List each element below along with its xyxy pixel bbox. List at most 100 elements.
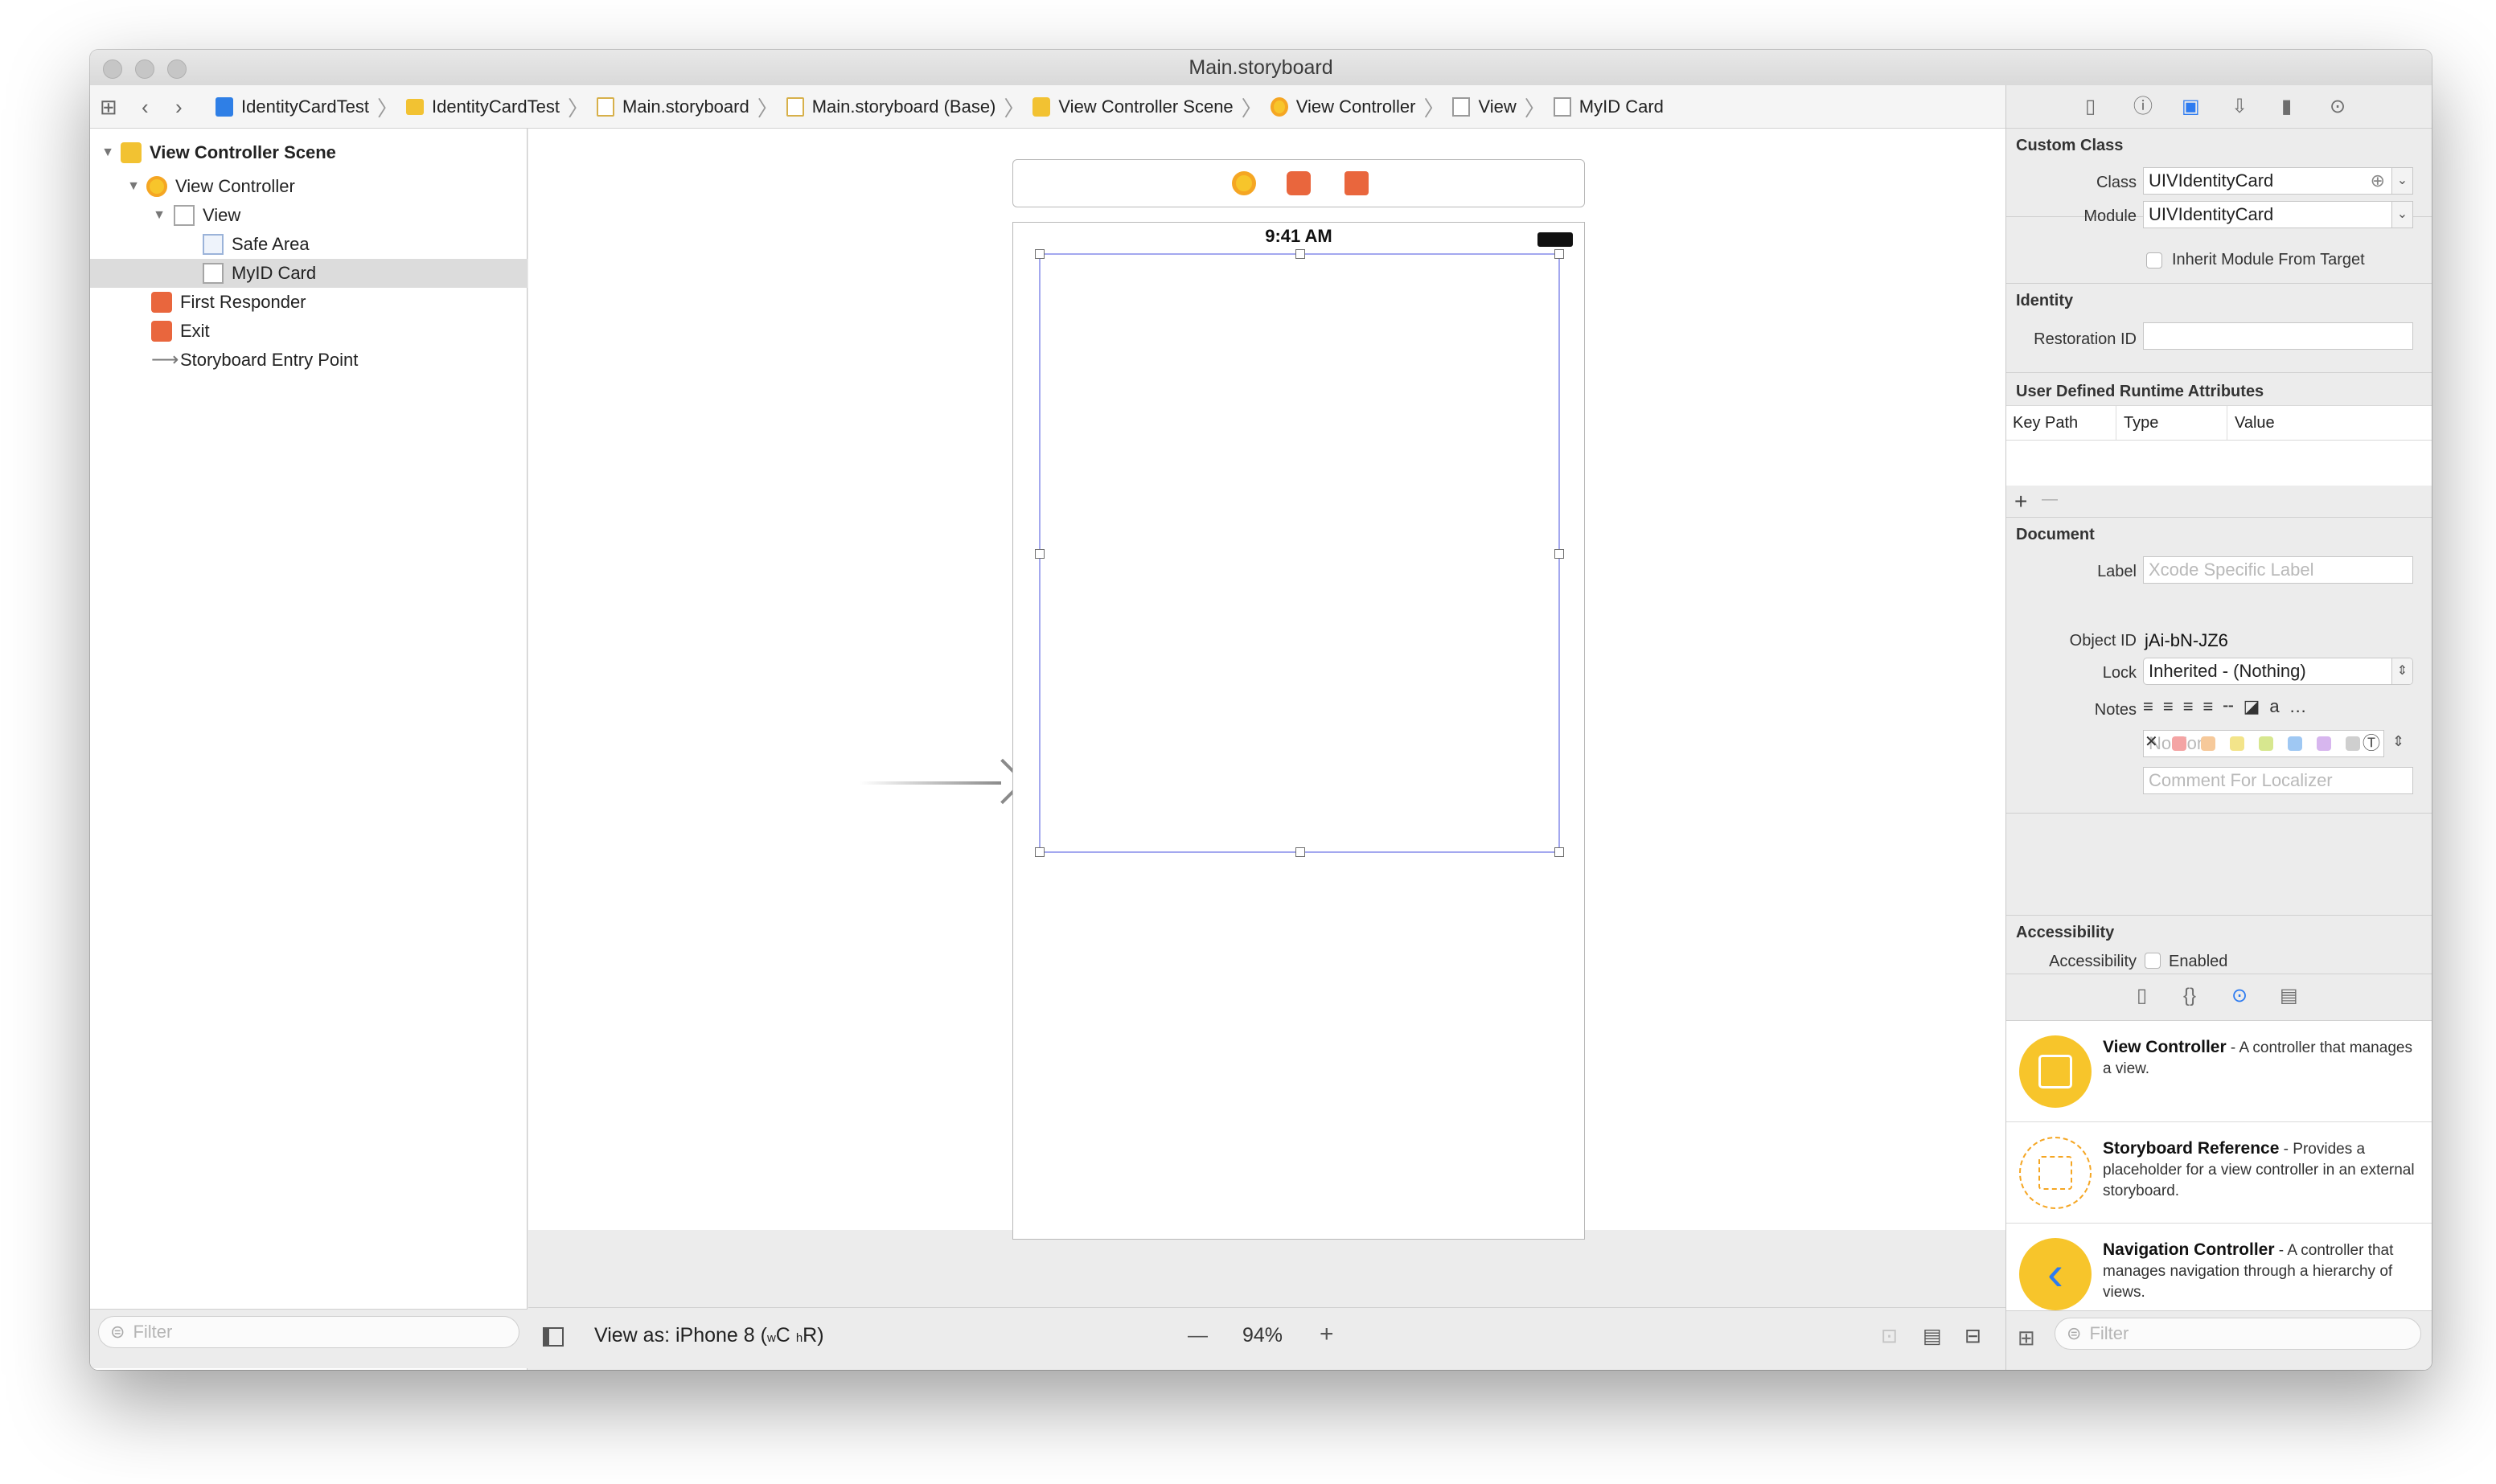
outline-item-view-controller[interactable]: ▼ View Controller: [90, 172, 528, 201]
color-swatch-icon[interactable]: ◪: [2244, 696, 2270, 716]
library-item-navigation-controller[interactable]: ‹ Navigation Controller - A controller t…: [2006, 1224, 2432, 1310]
natural-align-icon[interactable]: ╌: [2223, 696, 2243, 716]
align-right-icon[interactable]: ≡: [2183, 696, 2203, 716]
embed-in-stack-icon[interactable]: ▤: [1923, 1324, 1942, 1348]
related-items-grid-icon[interactable]: ⊞: [100, 96, 117, 117]
disclosure-triangle-icon[interactable]: ▼: [125, 179, 142, 194]
library-item-storyboard-reference[interactable]: Storyboard Reference - Provides a placeh…: [2006, 1122, 2432, 1224]
resize-handle[interactable]: [1554, 847, 1564, 857]
file-inspector-icon[interactable]: ▯: [2085, 96, 2096, 117]
size-inspector-icon[interactable]: ▮: [2281, 96, 2292, 117]
breadcrumb-group[interactable]: IdentityCardTest 〉: [405, 92, 597, 122]
label-color-gray[interactable]: [2346, 736, 2360, 751]
disclosure-triangle-icon[interactable]: ▼: [151, 208, 167, 223]
notes-toolbar: ≡≡≡≡╌◪a…: [2143, 693, 2413, 720]
label-color-green[interactable]: [2259, 736, 2273, 751]
toggle-outline-icon[interactable]: [543, 1327, 564, 1347]
chevron-down-icon[interactable]: ⌄: [2391, 168, 2412, 194]
resize-handle[interactable]: [1554, 549, 1564, 559]
breadcrumb-project[interactable]: IdentityCardTest 〉: [216, 92, 406, 122]
restoration-id-field[interactable]: [2143, 322, 2413, 350]
localizer-comment-field[interactable]: Comment For Localizer: [2143, 767, 2413, 794]
align-center-icon[interactable]: ≡: [2163, 696, 2183, 716]
exit-icon[interactable]: [1344, 171, 1369, 195]
view-as-button[interactable]: View as: iPhone 8 (wC hR): [594, 1324, 824, 1347]
align-left-icon[interactable]: ≡: [2143, 696, 2163, 716]
resize-handle[interactable]: [1554, 249, 1564, 259]
chevron-down-icon[interactable]: ⌄: [2391, 202, 2412, 228]
update-frames-icon[interactable]: ⊡: [1881, 1324, 1898, 1348]
breadcrumb-storyboard-base[interactable]: Main.storyboard (Base) 〉: [786, 92, 1033, 122]
first-responder-icon[interactable]: [1287, 171, 1311, 195]
minimize-window-button[interactable]: [135, 59, 154, 79]
document-label-field[interactable]: Xcode Specific Label: [2143, 556, 2413, 584]
jump-bar: ⊞ ‹ › IdentityCardTest 〉 IdentityCardTest…: [90, 85, 2005, 129]
outline-item-view[interactable]: ▼ View: [90, 201, 528, 230]
close-window-button[interactable]: [103, 59, 122, 79]
attributes-inspector-icon[interactable]: ⇩: [2231, 96, 2248, 117]
attributes-table-header: Key Path Type Value: [2006, 405, 2432, 441]
font-picker-icon[interactable]: Ⓣ: [2363, 731, 2380, 756]
grid-view-icon[interactable]: ⊞: [2018, 1326, 2035, 1351]
clear-label-color-icon[interactable]: ✕: [2145, 732, 2158, 752]
outline-item-exit[interactable]: Exit: [90, 317, 528, 346]
outline-item-myid-card[interactable]: MyID Card: [90, 259, 528, 288]
quick-help-icon[interactable]: ⓘ: [2133, 96, 2153, 117]
label-color-orange[interactable]: [2201, 736, 2215, 751]
accessibility-enabled-checkbox[interactable]: [2145, 953, 2161, 969]
resize-handle[interactable]: [1295, 249, 1305, 259]
view-controller-icon[interactable]: [1232, 171, 1256, 195]
zoom-out-button[interactable]: —: [1188, 1324, 1208, 1347]
resize-handle[interactable]: [1295, 847, 1305, 857]
file-template-icon[interactable]: ▯: [2137, 986, 2147, 1006]
resize-handle[interactable]: [1035, 847, 1045, 857]
forward-chevron-icon[interactable]: ›: [175, 96, 183, 117]
align-icon[interactable]: ⊟: [1964, 1324, 1981, 1348]
font-stepper-icon[interactable]: ⇕: [2392, 733, 2404, 750]
navigator-filter-field[interactable]: ⊜ Filter: [98, 1316, 519, 1348]
resize-handle[interactable]: [1035, 549, 1045, 559]
label-color-purple[interactable]: [2317, 736, 2331, 751]
library-filter-field[interactable]: ⊜ Filter: [2055, 1318, 2421, 1350]
add-attribute-button[interactable]: +: [2014, 489, 2027, 514]
breadcrumb-scene[interactable]: View Controller Scene 〉: [1032, 92, 1270, 122]
module-field[interactable]: UIVIdentityCard ⌄: [2143, 201, 2413, 228]
xcode-window: Main.storyboard ⊞ ‹ › IdentityCardTest 〉 …: [90, 50, 2432, 1370]
lock-popup[interactable]: Inherited - (Nothing) ⇕: [2143, 658, 2413, 685]
attributes-table[interactable]: [2006, 441, 2432, 486]
outline-item-first-responder[interactable]: First Responder: [90, 288, 528, 317]
breadcrumb-myid-card[interactable]: MyID Card: [1553, 96, 1664, 117]
back-chevron-icon[interactable]: ‹: [142, 96, 149, 117]
outline-item-safe-area[interactable]: Safe Area: [90, 230, 528, 259]
text-style-icon[interactable]: a: [2269, 696, 2289, 716]
outline-item-entry-point[interactable]: ⟶ Storyboard Entry Point: [90, 346, 528, 375]
connections-inspector-icon[interactable]: ⊙: [2330, 96, 2346, 117]
disclosure-triangle-icon[interactable]: ▼: [100, 146, 116, 160]
label-color-yellow[interactable]: [2230, 736, 2244, 751]
label-color-blue[interactable]: [2288, 736, 2302, 751]
outline-item-scene[interactable]: ▼ View Controller Scene: [90, 138, 528, 167]
breadcrumb-storyboard[interactable]: Main.storyboard 〉: [596, 92, 786, 122]
go-to-class-icon[interactable]: ⊕: [2371, 168, 2385, 194]
breadcrumb-view-controller[interactable]: View Controller 〉: [1270, 92, 1453, 122]
remove-attribute-button[interactable]: —: [2042, 490, 2058, 509]
zoom-window-button[interactable]: [167, 59, 187, 79]
zoom-level[interactable]: 94%: [1242, 1324, 1283, 1347]
code-snippet-icon[interactable]: {}: [2183, 986, 2196, 1006]
resize-handle[interactable]: [1035, 249, 1045, 259]
object-library-icon[interactable]: ⊙: [2231, 986, 2248, 1006]
storyboard-canvas[interactable]: 9:41 AM: [528, 129, 2005, 1240]
identity-inspector-icon[interactable]: ▣: [2182, 96, 2200, 117]
media-library-icon[interactable]: ▤: [2280, 986, 2298, 1006]
zoom-in-button[interactable]: +: [1320, 1321, 1334, 1348]
myid-card-view[interactable]: [1035, 249, 1564, 857]
inspector-tabs: ▯ ⓘ ▣ ⇩ ▮ ⊙: [2006, 85, 2432, 129]
iphone-scene[interactable]: 9:41 AM: [1012, 222, 1585, 1240]
library-item-view-controller[interactable]: View Controller - A controller that mana…: [2006, 1021, 2432, 1122]
justify-icon[interactable]: ≡: [2203, 696, 2223, 716]
inherit-module-checkbox[interactable]: [2146, 252, 2162, 269]
more-options-icon[interactable]: …: [2289, 696, 2317, 716]
label-color-red[interactable]: [2172, 736, 2186, 751]
class-field[interactable]: UIVIdentityCard ⊕ ⌄: [2143, 167, 2413, 195]
breadcrumb-view[interactable]: View 〉: [1452, 92, 1553, 122]
